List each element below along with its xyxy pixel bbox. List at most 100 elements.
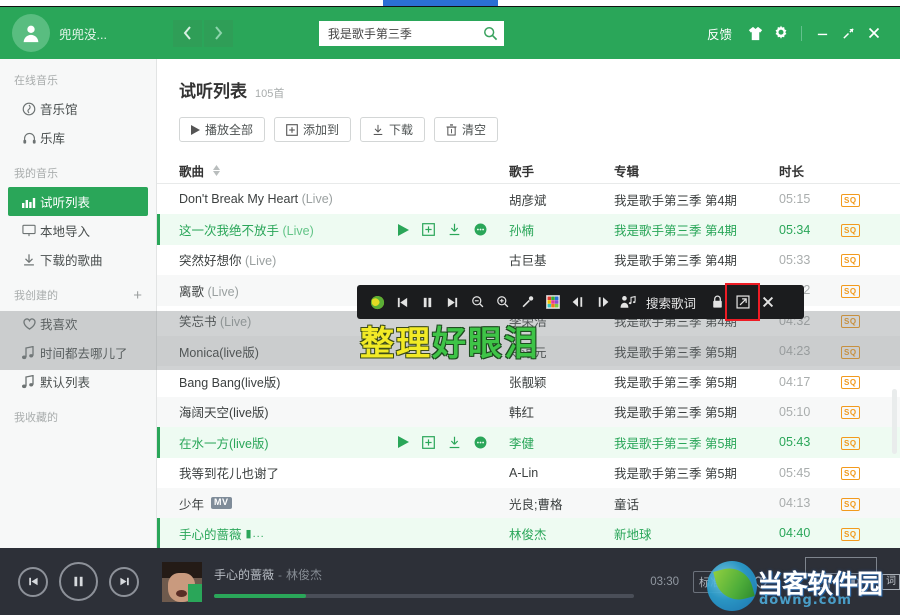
search-icon[interactable]: [483, 26, 498, 41]
clear-button[interactable]: 清空: [434, 117, 499, 142]
table-row[interactable]: Bang Bang(live版) 张靓颖 我是歌手第三季 第5期 04:17 SQ: [157, 366, 900, 396]
sidebar-item-downloaded[interactable]: 下载的歌曲: [8, 245, 148, 274]
single-line-mode-icon[interactable]: [725, 283, 761, 321]
cell-duration: 05:45: [779, 465, 811, 480]
vertical-scrollbar[interactable]: [892, 389, 897, 454]
cell-album[interactable]: 我是歌手第三季 第5期: [614, 463, 779, 482]
row-more-icon[interactable]: [474, 223, 487, 236]
next-track-icon[interactable]: [440, 288, 465, 316]
cell-album[interactable]: 我是歌手第三季 第4期: [614, 250, 779, 269]
pause-icon[interactable]: [415, 288, 440, 316]
close-button[interactable]: [861, 18, 887, 48]
chevron-left-icon: [183, 26, 191, 40]
table-row[interactable]: 手心的蔷薇 ▮... 林俊杰 新地球 04:40 SQ: [157, 518, 900, 548]
globe-icon[interactable]: [365, 288, 390, 316]
settings-button[interactable]: [768, 18, 794, 48]
sidebar-item-default-list[interactable]: 默认列表: [8, 367, 148, 396]
sort-updown-icon[interactable]: [213, 165, 221, 176]
cell-artist[interactable]: 古巨基: [509, 250, 614, 269]
desktop-lyrics-text[interactable]: 整理 好眼泪: [0, 313, 900, 367]
sidebar-item-local-import[interactable]: 本地导入: [8, 216, 148, 245]
cell-artist[interactable]: 林俊杰: [509, 524, 614, 543]
cell-artist[interactable]: 张靓颖: [509, 372, 614, 391]
color-palette-icon[interactable]: [540, 288, 565, 316]
row-download-icon[interactable]: [448, 223, 461, 236]
cell-album[interactable]: 我是歌手第三季 第4期: [614, 220, 779, 239]
now-playing-title[interactable]: 手心的蔷薇: [214, 568, 274, 582]
row-download-icon[interactable]: [448, 436, 461, 449]
cell-artist[interactable]: 光良;曹格: [509, 494, 614, 513]
cell-album[interactable]: 我是歌手第三季 第5期: [614, 402, 779, 421]
sidebar-item-music-hall[interactable]: 音乐馆: [8, 94, 148, 123]
row-add-icon[interactable]: [422, 223, 435, 236]
lyric-offset-forward-icon[interactable]: [590, 288, 615, 316]
back-button[interactable]: [172, 19, 202, 47]
row-play-icon[interactable]: [398, 223, 409, 236]
column-header-artist[interactable]: 歌手: [509, 161, 614, 180]
table-row[interactable]: 突然好想你 (Live) 古巨基 我是歌手第三季 第4期 05:33 SQ: [157, 245, 900, 275]
font-increase-icon[interactable]: [490, 288, 515, 316]
feedback-button[interactable]: 反馈: [697, 18, 742, 48]
search-input[interactable]: [327, 26, 483, 40]
pause-button[interactable]: [59, 562, 98, 601]
font-decrease-icon[interactable]: [465, 288, 490, 316]
restore-button[interactable]: [835, 18, 861, 48]
row-play-icon[interactable]: [398, 436, 409, 449]
singer-icon[interactable]: [615, 288, 640, 316]
quality-selector[interactable]: 标准: [693, 570, 737, 593]
table-row[interactable]: 我等到花儿也谢了 A-Lin 我是歌手第三季 第5期 05:45 SQ: [157, 458, 900, 488]
row-more-icon[interactable]: [474, 436, 487, 449]
microphone-icon[interactable]: [515, 288, 540, 316]
song-title: 突然好想你 (Live): [179, 250, 276, 269]
sidebar-item-preview-list[interactable]: 试听列表: [8, 187, 148, 216]
play-all-button[interactable]: 播放全部: [179, 117, 266, 142]
progress-bar[interactable]: [214, 593, 634, 598]
download-icon: [22, 253, 40, 267]
cell-album[interactable]: 我是歌手第三季 第5期: [614, 433, 779, 452]
cell-artist[interactable]: 孙楠: [509, 220, 614, 239]
add-to-button[interactable]: 添加到: [274, 117, 352, 142]
volume-button[interactable]: [847, 574, 864, 589]
minimize-button[interactable]: [809, 18, 835, 48]
download-button[interactable]: 下载: [360, 117, 426, 142]
search-lyric-button[interactable]: 搜索歌词: [640, 293, 705, 312]
sidebar-item-library[interactable]: 乐库: [8, 123, 148, 152]
column-header-album[interactable]: 专辑: [614, 161, 779, 180]
row-add-icon[interactable]: [422, 435, 435, 449]
table-row[interactable]: 海阔天空(live版) 韩红 我是歌手第三季 第5期 05:10 SQ: [157, 396, 900, 428]
cell-album[interactable]: 我是歌手第三季 第5期: [614, 372, 779, 391]
plus-icon[interactable]: +: [133, 288, 142, 303]
table-row[interactable]: Don't Break My Heart (Live) 胡彦斌 我是歌手第三季 第4…: [157, 184, 900, 214]
avatar[interactable]: [12, 14, 50, 52]
now-playing-artist[interactable]: 林俊杰: [286, 568, 322, 582]
cell-album[interactable]: 童话: [614, 494, 779, 513]
cell-artist[interactable]: A-Lin: [509, 466, 614, 480]
song-title-text: 手心的蔷薇: [179, 527, 242, 542]
table-row[interactable]: 少年 MV 光良;曹格 童话 04:13 SQ: [157, 487, 900, 519]
share-button[interactable]: [816, 574, 831, 589]
lyric-offset-back-icon[interactable]: [565, 288, 590, 316]
forward-button[interactable]: [203, 19, 233, 47]
lyrics-toggle-button[interactable]: 词: [882, 573, 900, 590]
cell-artist[interactable]: 胡彦斌: [509, 190, 614, 209]
column-header-song[interactable]: 歌曲: [179, 161, 509, 180]
album-art-thumbnail[interactable]: [162, 561, 202, 602]
song-title-suffix: (Live): [204, 284, 239, 299]
cell-album[interactable]: 新地球: [614, 524, 779, 543]
now-playing-title-row: 手心的蔷薇 - 林俊杰: [214, 566, 638, 583]
column-header-duration[interactable]: 时长: [779, 161, 841, 180]
table-row[interactable]: 在水一方(live版) 李健 我是歌手第三季 第5期 05:43 SQ: [157, 427, 900, 458]
download-button[interactable]: [785, 574, 800, 589]
next-track-button[interactable]: [109, 566, 139, 597]
close-icon[interactable]: [755, 288, 780, 316]
cell-album[interactable]: 我是歌手第三季 第4期: [614, 190, 779, 209]
search-box[interactable]: [318, 20, 504, 46]
lock-icon[interactable]: [705, 288, 730, 316]
favorite-button[interactable]: [753, 575, 769, 589]
cell-artist[interactable]: 李健: [509, 433, 614, 452]
table-row[interactable]: 这一次我绝不放手 (Live) 孙楠 我是歌手第三季 第4期 05:34 SQ: [157, 214, 900, 246]
previous-track-icon[interactable]: [390, 288, 415, 316]
previous-track-button[interactable]: [18, 566, 48, 597]
skin-button[interactable]: [742, 18, 768, 48]
cell-artist[interactable]: 韩红: [509, 402, 614, 421]
